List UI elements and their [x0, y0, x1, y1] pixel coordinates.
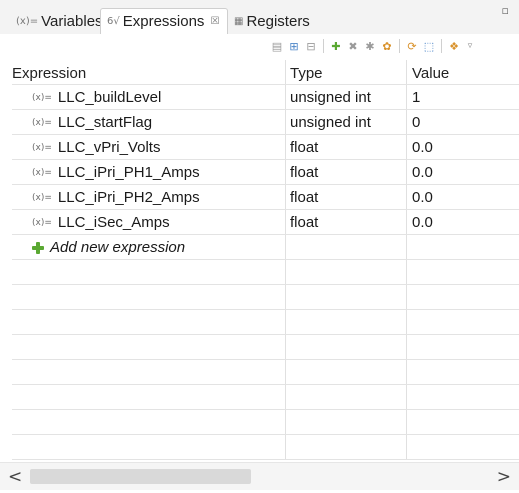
value-cell[interactable]: 0.0: [412, 135, 433, 160]
tab-variables-label: Variables: [41, 12, 103, 30]
value-cell[interactable]: 0.0: [412, 210, 433, 235]
export-icon[interactable]: ❖: [447, 39, 461, 53]
variable-icon: (x)=: [32, 192, 52, 203]
row-line: [12, 334, 519, 335]
row-line: [12, 409, 519, 410]
type-cell: float: [290, 139, 319, 156]
variable-icon: (x)=: [32, 167, 52, 178]
close-tab-icon[interactable]: ☒: [210, 16, 219, 27]
variable-icon: (x)=: [16, 15, 39, 27]
continuous-refresh-icon[interactable]: ⟳: [405, 39, 419, 53]
row-line: [12, 384, 519, 385]
add-icon: [32, 241, 44, 254]
variable-icon: (x)=: [32, 92, 52, 103]
tab-variables[interactable]: (x)= Variables: [10, 8, 103, 34]
tab-expressions-label: Expressions: [122, 13, 205, 30]
value-cell[interactable]: 0.0: [412, 160, 433, 185]
expression-cell: (x)= LLC_buildLevel: [32, 85, 161, 110]
row-line: [12, 359, 519, 360]
variable-icon: (x)=: [32, 217, 52, 228]
remove-all-expressions-icon[interactable]: ✱: [363, 39, 377, 53]
type-cell: float: [290, 189, 319, 206]
value-cell[interactable]: 0: [412, 110, 420, 135]
variable-icon: (x)=: [32, 142, 52, 153]
expression-name: LLC_iPri_PH2_Amps: [57, 189, 200, 206]
type-cell: unsigned int: [290, 114, 371, 131]
expression-cell: (x)= LLC_iPri_PH1_Amps: [32, 160, 200, 185]
expression-cell: (x)= LLC_iSec_Amps: [32, 210, 170, 235]
toolbar-separator: [323, 39, 324, 53]
add-new-expression-label: Add new expression: [50, 239, 186, 256]
remove-expression-icon[interactable]: ✖: [346, 39, 360, 53]
tab-registers-label: Registers: [246, 12, 310, 30]
collapse-all-icon[interactable]: ⊟: [304, 39, 318, 53]
expression-name: LLC_vPri_Volts: [57, 139, 161, 156]
type-cell: float: [290, 214, 319, 231]
pin-icon[interactable]: ⬚: [422, 39, 436, 53]
expression-name: LLC_iSec_Amps: [57, 214, 170, 231]
expression-cell: (x)= LLC_vPri_Volts: [32, 135, 160, 160]
row-line: [12, 284, 519, 285]
table-row[interactable]: (x)= LLC_buildLevel unsigned int 1: [12, 85, 519, 110]
scroll-right-icon[interactable]: >: [497, 467, 511, 487]
expression-cell: (x)= LLC_startFlag: [32, 110, 152, 135]
table-row[interactable]: (x)= LLC_vPri_Volts float 0.0: [12, 135, 519, 160]
row-line: [12, 434, 519, 435]
expressions-icon: 6√: [107, 16, 120, 27]
tab-registers[interactable]: ▦ Registers: [228, 8, 318, 34]
expression-name: LLC_iPri_PH1_Amps: [57, 164, 200, 181]
add-expression-row[interactable]: Add new expression: [12, 235, 519, 260]
minimize-icon[interactable]: ▫: [502, 4, 509, 17]
type-cell: unsigned int: [290, 89, 371, 106]
expression-name: LLC_buildLevel: [57, 89, 162, 106]
expressions-toolbar: ▤ ⊞ ⊟ ✚ ✖ ✱ ✿ ⟳ ⬚ ❖ ▿: [270, 36, 476, 56]
table-row[interactable]: (x)= LLC_iPri_PH2_Amps float 0.0: [12, 185, 519, 210]
toolbar-separator: [399, 39, 400, 53]
horizontal-scrollbar[interactable]: < >: [0, 462, 519, 490]
table-row[interactable]: (x)= LLC_iSec_Amps float 0.0: [12, 210, 519, 235]
add-expression-icon[interactable]: ✚: [329, 39, 343, 53]
column-header-type[interactable]: Type: [290, 62, 323, 84]
registers-icon: ▦: [234, 15, 244, 27]
row-line: [12, 309, 519, 310]
expression-cell: (x)= LLC_iPri_PH2_Amps: [32, 185, 200, 210]
column-header-value[interactable]: Value: [412, 62, 449, 84]
show-type-names-icon[interactable]: ▤: [270, 39, 284, 53]
scroll-left-icon[interactable]: <: [8, 467, 22, 487]
variable-icon: (x)=: [32, 117, 52, 128]
refresh-icon[interactable]: ✿: [380, 39, 394, 53]
table-row[interactable]: (x)= LLC_iPri_PH1_Amps float 0.0: [12, 160, 519, 185]
expression-cell: Add new expression: [32, 235, 185, 260]
scrollbar-thumb[interactable]: [30, 469, 251, 484]
type-cell: float: [290, 164, 319, 181]
value-cell[interactable]: 1: [412, 85, 420, 110]
view-menu-icon[interactable]: ▿: [464, 39, 476, 53]
tab-expressions[interactable]: 6√ Expressions ☒: [100, 8, 228, 34]
table-row[interactable]: (x)= LLC_startFlag unsigned int 0: [12, 110, 519, 135]
show-logical-structure-icon[interactable]: ⊞: [287, 39, 301, 53]
value-cell[interactable]: 0.0: [412, 185, 433, 210]
view-tab-bar: (x)= Variables 6√ Expressions ☒ ▦ Regist…: [0, 0, 519, 34]
row-line: [12, 459, 519, 460]
expression-name: LLC_startFlag: [57, 114, 153, 131]
column-header-expression[interactable]: Expression: [12, 62, 86, 84]
toolbar-separator: [441, 39, 442, 53]
